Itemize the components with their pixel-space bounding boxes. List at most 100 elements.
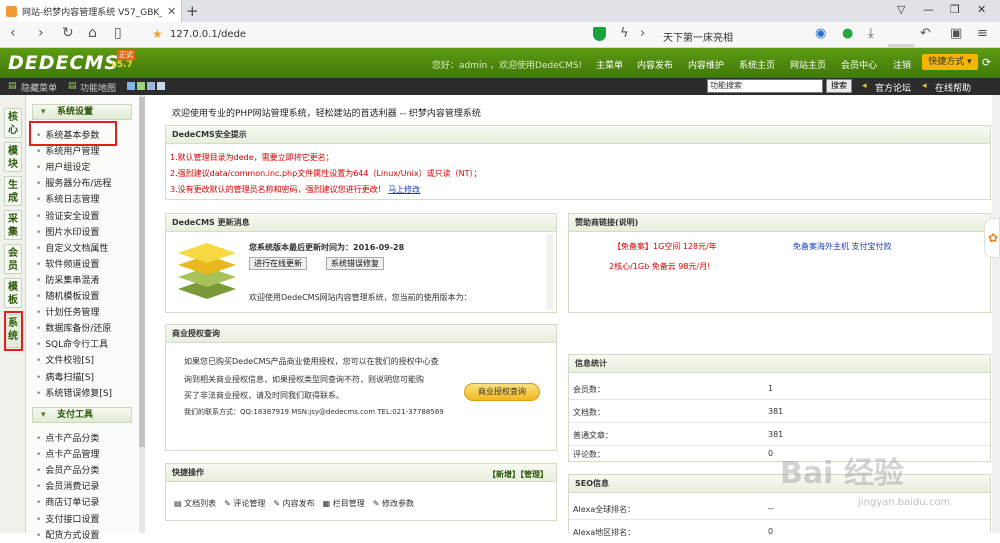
nav-member-center[interactable]: 会员中心 <box>841 58 877 71</box>
skin-blue-icon[interactable] <box>127 82 135 90</box>
menu-item[interactable]: 配货方式设置 <box>36 528 99 541</box>
floating-helper-button[interactable]: ✿ <box>984 218 1000 258</box>
menu-item[interactable]: 会员消费记录 <box>36 479 99 492</box>
undo-icon[interactable]: ↶ <box>920 26 931 41</box>
menu-item[interactable]: 验证安全设置 <box>36 209 99 222</box>
restore-icon[interactable]: ❐ <box>950 3 960 16</box>
menu-item[interactable]: 系统错误修复[S] <box>36 386 112 399</box>
vtab-module[interactable]: 模块 <box>4 142 22 172</box>
stat-value: 0 <box>768 449 774 458</box>
menu-icon[interactable]: ≡ <box>977 26 988 41</box>
menu-item[interactable]: 系统用户管理 <box>36 144 99 157</box>
lightning-icon[interactable]: ϟ <box>620 26 629 41</box>
error-fix-button[interactable]: 系统错误修复 <box>326 257 384 270</box>
nav-content-publish[interactable]: 内容发布 <box>637 58 673 71</box>
skin-gray-icon[interactable] <box>147 82 155 90</box>
home-icon[interactable]: ⌂ <box>88 25 97 41</box>
menu-item[interactable]: 支付接口设置 <box>36 512 99 525</box>
menu-item[interactable]: 用户组设定 <box>36 160 90 173</box>
nav-main-menu[interactable]: 主菜单 <box>596 58 623 71</box>
function-search-button[interactable]: 搜索 <box>826 79 852 93</box>
official-forum-link[interactable]: 官方论坛 <box>875 81 911 94</box>
close-tab-icon[interactable]: ✕ <box>167 5 176 18</box>
shirt-skin-icon[interactable]: ▽ <box>897 3 905 16</box>
menu-group-payment-tools[interactable]: ▾ 支付工具 <box>32 407 132 423</box>
reload-icon[interactable]: ↻ <box>62 25 74 41</box>
nav-system-home[interactable]: 系统主页 <box>739 58 775 71</box>
vtab-collect[interactable]: 采集 <box>4 210 22 240</box>
menu-item[interactable]: 软件频道设置 <box>36 257 99 270</box>
stat-key: 会员数： <box>573 385 605 394</box>
menu-item[interactable]: 会员产品分类 <box>36 463 99 476</box>
menu-item[interactable]: 文件校验[S] <box>36 353 94 366</box>
quick-ops-panel: 快捷操作 【新增】【管理】 ▤ 文档列表 ✎ 评论管理 ✎ 内容发布 ▦ 栏目管… <box>165 463 557 521</box>
skin-light-icon[interactable] <box>157 82 165 90</box>
vtab-core[interactable]: 核心 <box>4 108 22 138</box>
address-search-input[interactable]: 天下第一床亮相 <box>663 29 733 44</box>
hide-menu-link[interactable]: 隐藏菜单 <box>21 81 57 94</box>
forward-icon[interactable]: › <box>38 25 44 41</box>
function-search-input[interactable]: 功能搜索 <box>707 79 823 93</box>
update-scrollbar[interactable] <box>546 234 554 310</box>
fast-access-button[interactable]: 快捷方式 ▾ <box>922 54 978 70</box>
refresh-icon[interactable]: ⟳ <box>982 56 991 69</box>
vtab-template[interactable]: 模板 <box>4 278 22 308</box>
menu-item[interactable]: 服务器分布/远程 <box>36 176 111 189</box>
menu-item[interactable]: 计划任务管理 <box>36 305 99 318</box>
quick-column-manage[interactable]: ▦ 栏目管理 <box>323 498 365 509</box>
menu-item[interactable]: 随机模板设置 <box>36 289 99 302</box>
sponsor-note-link[interactable]: (说明) <box>615 218 638 227</box>
site-favicon-icon <box>6 5 17 17</box>
window-close-icon[interactable]: ✕ <box>977 3 986 16</box>
license-query-button[interactable]: 商业授权查询 <box>464 383 540 401</box>
download-icon[interactable]: ⤓ <box>868 26 874 41</box>
vtab-generate[interactable]: 生成 <box>4 176 22 206</box>
bookmark-star-icon[interactable]: ★ <box>152 27 163 41</box>
menu-item[interactable]: 系统日志管理 <box>36 192 99 205</box>
chat-icon[interactable]: ● <box>842 26 853 41</box>
menu-item[interactable]: 数据库备份/还原 <box>36 321 111 334</box>
sponsor-panel: 赞助商链接(说明) 【免备案】1G空间 128元/年 免备案海外主机 支付宝付款… <box>568 213 991 313</box>
change-now-link[interactable]: 马上修改 <box>388 185 420 194</box>
nav-content-maintain[interactable]: 内容维护 <box>688 58 724 71</box>
browser-tab[interactable]: 网站-织梦内容管理系统 V57_GBK_S... ✕ <box>0 0 182 22</box>
menu-item[interactable]: 自定义文档属性 <box>36 241 108 254</box>
menu-item[interactable]: 防采集串混淆 <box>36 273 99 286</box>
menu-item[interactable]: 图片水印设置 <box>36 225 99 238</box>
extension-icon[interactable]: ▣ <box>950 26 962 41</box>
quick-ops-links[interactable]: 【新增】【管理】 <box>488 469 548 480</box>
reader-icon[interactable]: ▯ <box>114 25 122 41</box>
skin-green-icon[interactable] <box>137 82 145 90</box>
quick-content-publish[interactable]: ✎ 内容发布 <box>273 498 314 509</box>
menu-item[interactable]: 点卡产品管理 <box>36 447 99 460</box>
quick-edit-params[interactable]: ✎ 修改参数 <box>373 498 414 509</box>
chevron-right-icon[interactable]: › <box>640 26 645 41</box>
quick-comment-manage[interactable]: ✎ 评论管理 <box>224 498 265 509</box>
menu-group-system-settings[interactable]: ▾ 系统设置 <box>32 104 132 120</box>
vtab-member[interactable]: 会员 <box>4 244 22 274</box>
stat-value: 1 <box>768 384 774 393</box>
search-engine-icon[interactable]: ◉ <box>815 26 826 41</box>
menu-item[interactable]: SQL命令行工具 <box>36 337 108 350</box>
online-update-button[interactable]: 进行在线更新 <box>249 257 307 270</box>
nav-site-home[interactable]: 网站主页 <box>790 58 826 71</box>
new-tab-icon[interactable]: + <box>186 2 199 20</box>
security-shield-icon[interactable] <box>593 27 606 41</box>
url-field[interactable]: 127.0.0.1/dede <box>170 29 246 40</box>
minimize-icon[interactable]: — <box>923 3 934 16</box>
menu-item[interactable]: 病毒扫描[S] <box>36 370 94 383</box>
sponsor-link-2[interactable]: 免备案海外主机 支付宝付款 <box>793 241 892 252</box>
menu-item[interactable]: 商店订单记录 <box>36 495 99 508</box>
main-scrollbar[interactable] <box>992 95 1000 533</box>
stat-value: 381 <box>768 430 784 439</box>
back-icon[interactable]: ‹ <box>10 25 16 41</box>
quick-doc-list[interactable]: ▤ 文档列表 <box>174 498 216 509</box>
function-map-link[interactable]: 功能地图 <box>80 81 116 94</box>
online-help-link[interactable]: 在线帮助 <box>935 81 971 94</box>
sponsor-link-3[interactable]: 2核心/1Gb 免备云 98元/月! <box>609 261 710 272</box>
license-query-title: 商业授权查询 <box>166 325 556 343</box>
nav-logout[interactable]: 注销 <box>893 58 911 71</box>
quick-item-label: 文档列表 <box>184 499 217 508</box>
sponsor-link-1[interactable]: 【免备案】1G空间 128元/年 <box>613 241 717 252</box>
menu-item[interactable]: 点卡产品分类 <box>36 431 99 444</box>
